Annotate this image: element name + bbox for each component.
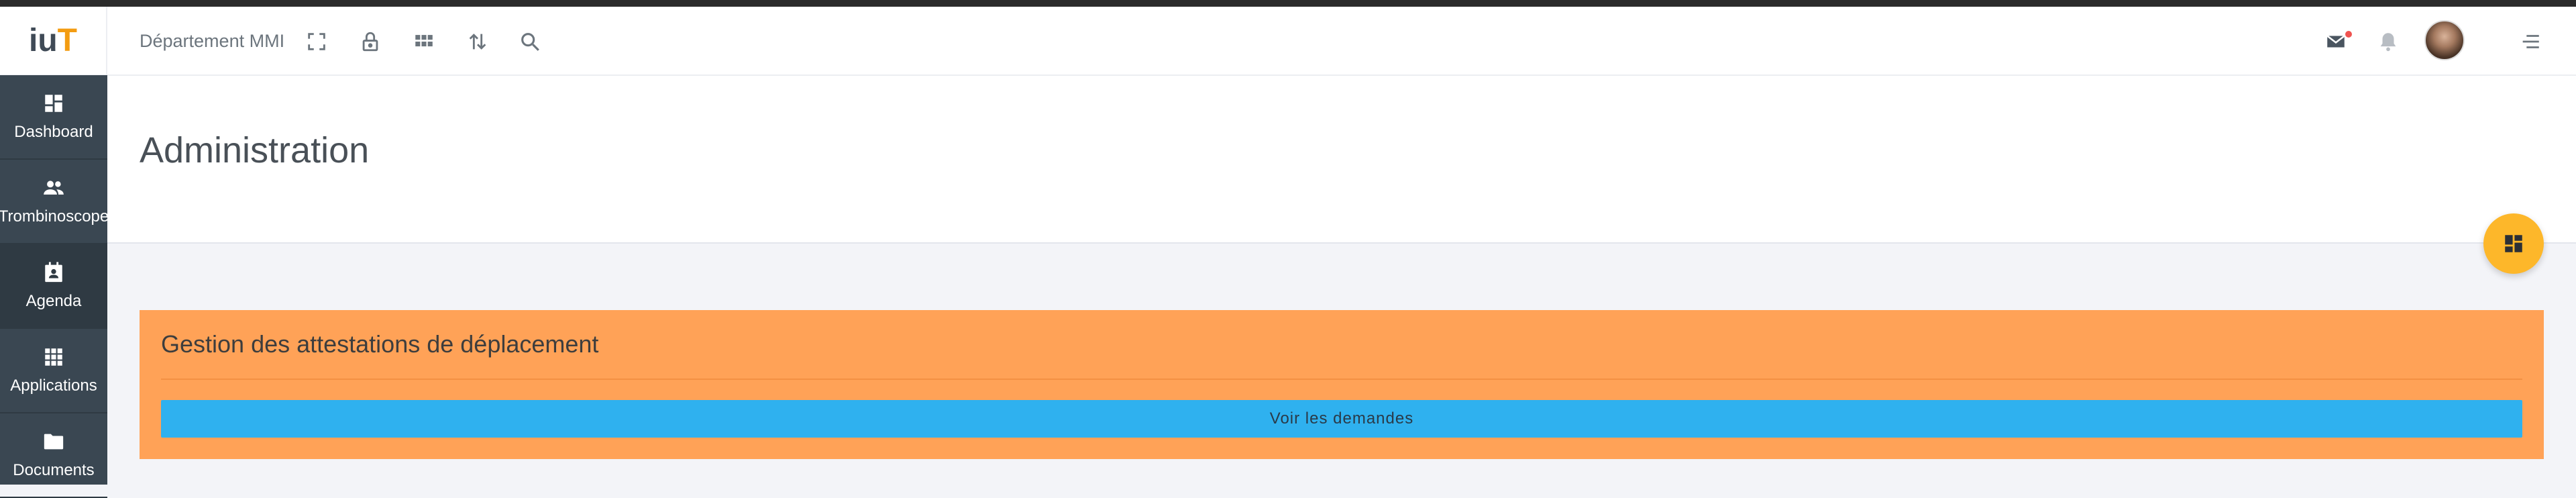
calendar-contact-icon: [45, 262, 62, 283]
sidebar-item-label: Dashboard: [14, 123, 93, 141]
menu-icon[interactable]: [2517, 28, 2544, 55]
avatar[interactable]: [2424, 20, 2465, 60]
sidebar-item-trombinoscope[interactable]: Trombinoscope: [0, 160, 109, 244]
sidebar-item-agenda[interactable]: Agenda: [0, 244, 107, 329]
app-header: iu T Département MMI: [0, 7, 2576, 76]
department-name[interactable]: Département MMI: [140, 31, 284, 52]
dashboard-icon: [2505, 235, 2522, 252]
card-title: Gestion des attestations de déplacement: [161, 330, 599, 358]
logo-text-part1: iu: [29, 22, 58, 58]
apps-grid-icon[interactable]: [411, 28, 437, 55]
sidebar-item-label: Trombinoscope: [0, 207, 109, 226]
folder-icon: [44, 434, 64, 450]
bell-icon[interactable]: [2375, 28, 2402, 55]
view-requests-button[interactable]: Voir les demandes: [161, 400, 2522, 438]
card-divider: [161, 379, 2522, 380]
sidebar-item-dashboard[interactable]: Dashboard: [0, 75, 107, 160]
travel-certificates-card: Gestion des attestations de déplacement …: [140, 310, 2544, 459]
search-icon[interactable]: [517, 28, 543, 55]
sidebar-item-label: Agenda: [25, 292, 82, 310]
logo-text-part2: T: [57, 22, 77, 58]
dashboard-fab-button[interactable]: [2483, 213, 2544, 274]
dashboard-icon: [45, 95, 62, 112]
apps-grid-icon: [45, 348, 62, 366]
page-header: Administration: [107, 76, 2576, 244]
fullscreen-icon[interactable]: [303, 28, 330, 55]
logo-area[interactable]: iu T: [0, 7, 107, 74]
swap-vertical-icon[interactable]: [464, 28, 491, 55]
sidebar-item-applications[interactable]: Applications: [0, 329, 107, 413]
app-logo[interactable]: iu T: [29, 22, 77, 58]
sidebar: Dashboard Trombinoscope Agenda Applicati…: [0, 75, 109, 498]
sidebar-item-label: Documents: [13, 461, 95, 479]
people-icon: [44, 181, 64, 195]
sidebar-item-label: Applications: [10, 377, 97, 395]
mail-notification-dot: [2345, 31, 2352, 38]
page-title: Administration: [140, 130, 370, 170]
lock-icon[interactable]: [357, 28, 384, 55]
sidebar-item-documents[interactable]: Documents: [0, 413, 107, 498]
top-strip: [0, 0, 2576, 7]
